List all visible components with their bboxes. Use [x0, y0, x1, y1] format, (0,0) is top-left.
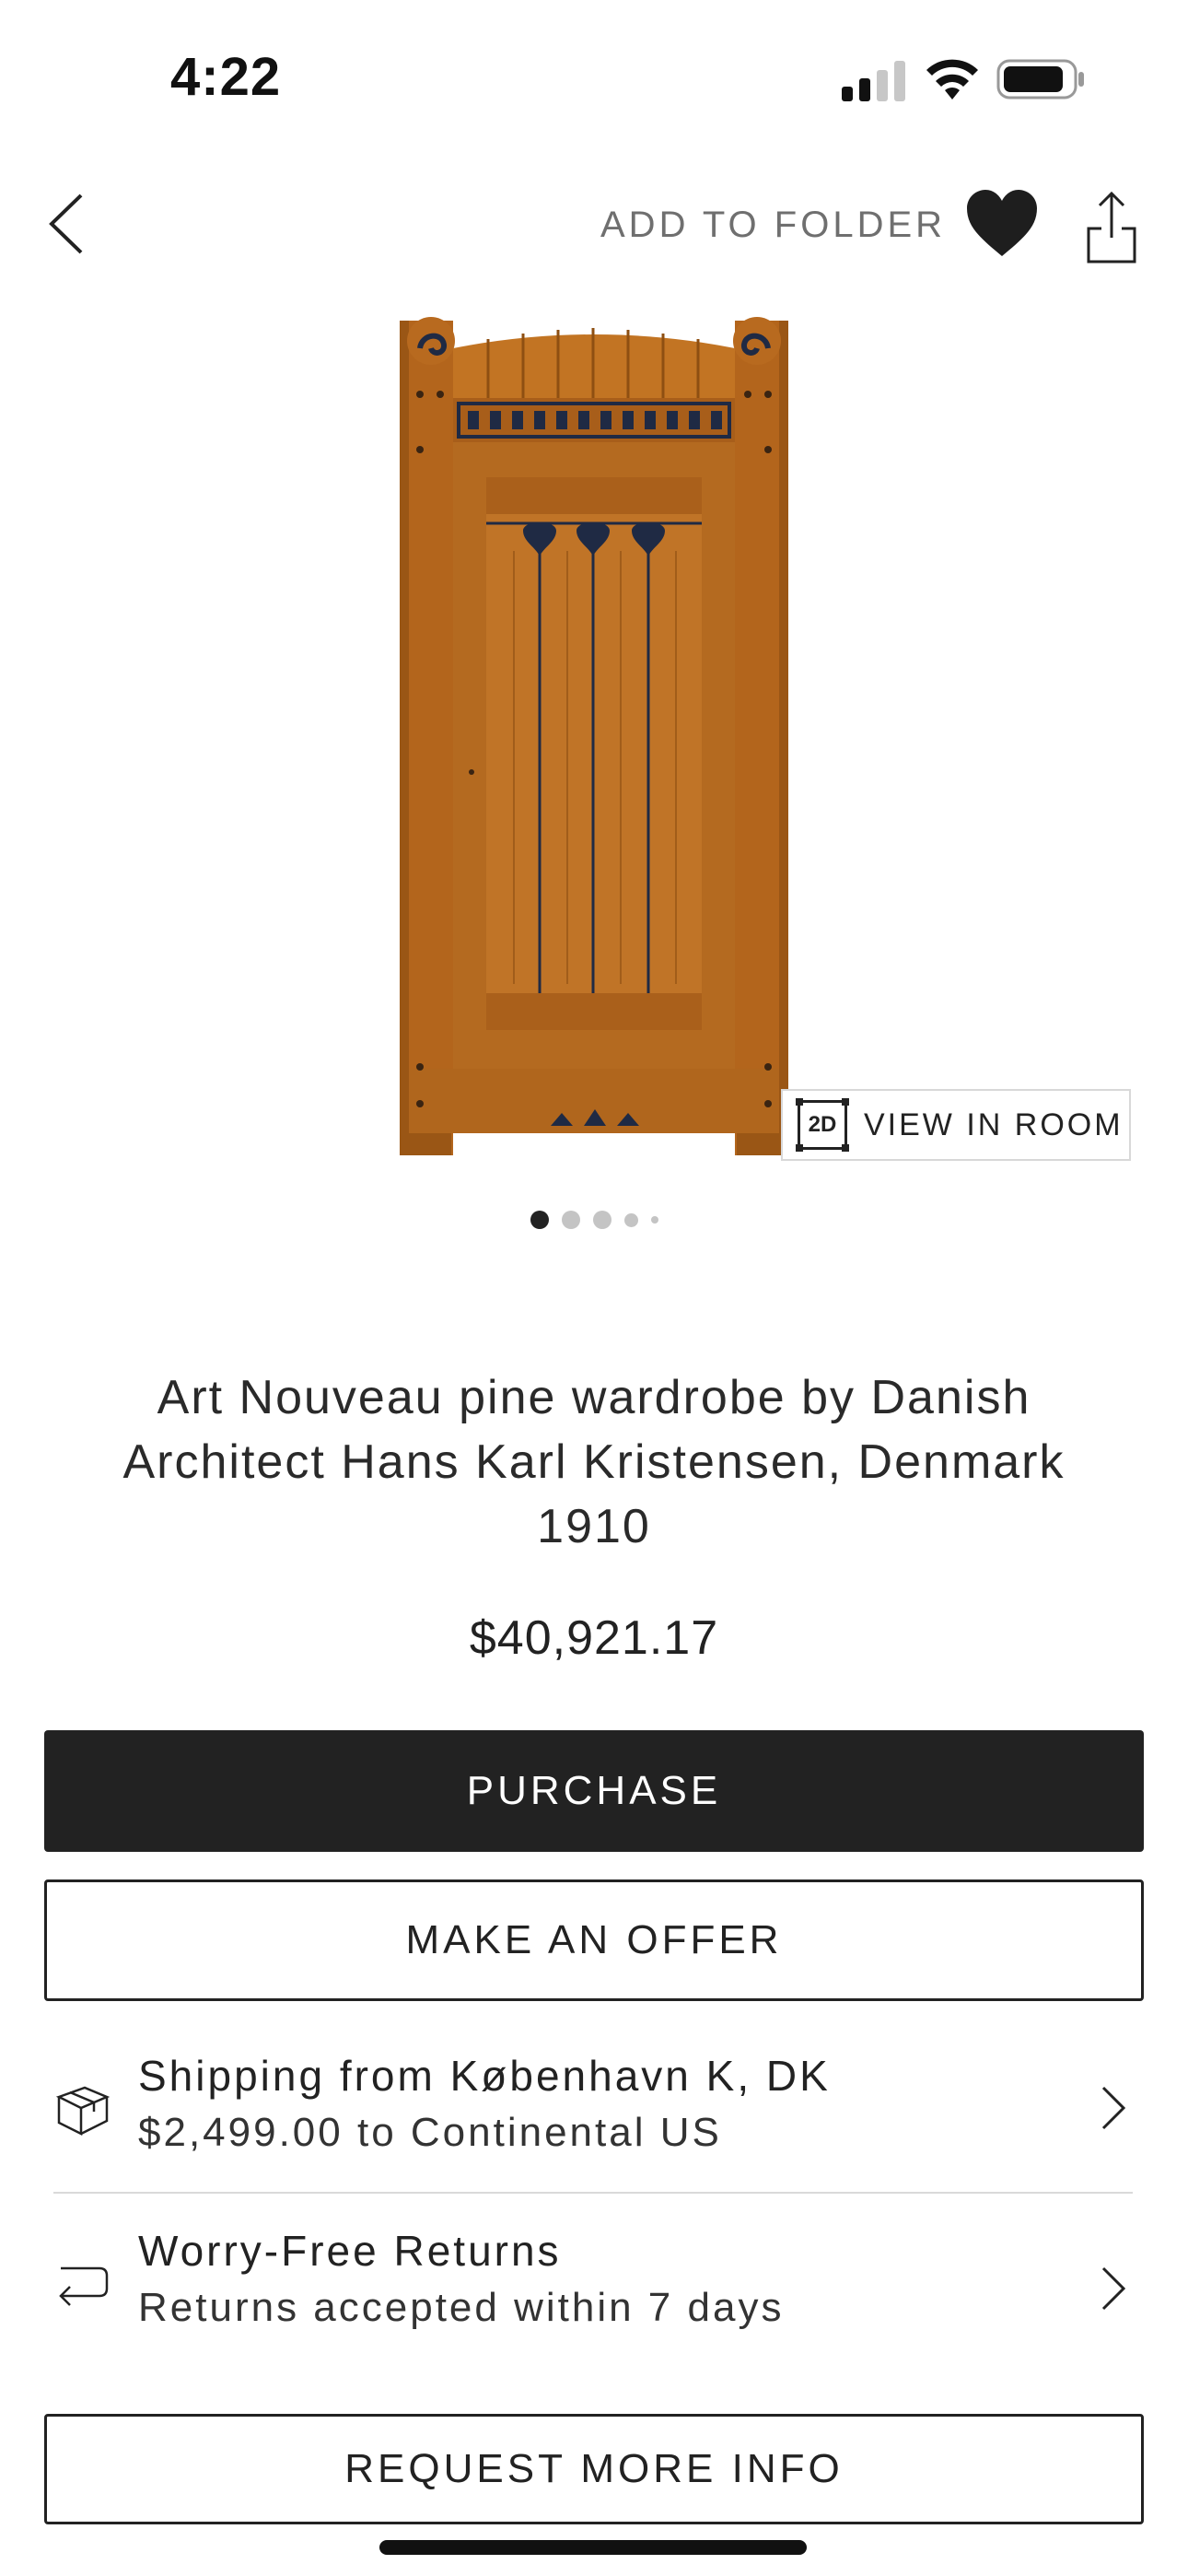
return-arrow-icon: [59, 2266, 109, 2306]
shipping-cost: $2,499.00 to Continental US: [138, 2110, 722, 2155]
shipping-origin: Shipping from København K, DK: [138, 2052, 831, 2100]
wifi-icon: [926, 59, 978, 100]
make-offer-button[interactable]: MAKE AN OFFER: [44, 1879, 1144, 2001]
chevron-right-icon: [1101, 2086, 1126, 2130]
carousel-dot-3[interactable]: [592, 1211, 611, 1229]
carousel-dot-4[interactable]: [623, 1212, 638, 1227]
product-price: $40,921.17: [469, 1611, 719, 1665]
carousel-dot-5[interactable]: [650, 1216, 658, 1224]
request-more-info-button[interactable]: REQUEST MORE INFO: [44, 2414, 1144, 2524]
purchase-button[interactable]: PURCHASE: [44, 1730, 1144, 1852]
divider: [53, 2192, 1133, 2194]
view-in-room-label: VIEW IN ROOM: [864, 1107, 1124, 1142]
chevron-right-icon: [1101, 2266, 1126, 2311]
battery-icon: [996, 59, 1084, 100]
carousel-dot-2[interactable]: [561, 1211, 580, 1229]
returns-row[interactable]: Worry-Free Returns Returns accepted with…: [44, 2207, 1144, 2364]
carousel-dot-1[interactable]: [530, 1211, 549, 1229]
share-icon[interactable]: [1085, 192, 1138, 263]
product-image[interactable]: [394, 311, 794, 1155]
view-in-room-button[interactable]: 2D VIEW IN ROOM: [781, 1089, 1131, 1161]
2d-icon: 2D: [796, 1098, 847, 1152]
home-indicator[interactable]: [379, 2540, 807, 2555]
box-icon: [55, 2086, 111, 2137]
product-title: Art Nouveau pine wardrobe by Danish Arch…: [122, 1371, 1066, 1553]
shipping-row[interactable]: Shipping from København K, DK $2,499.00 …: [44, 2036, 1144, 2193]
returns-title: Worry-Free Returns: [138, 2227, 562, 2275]
chevron-left-icon[interactable]: [46, 192, 87, 256]
heart-icon[interactable]: [965, 188, 1039, 258]
signal-icon: [842, 61, 905, 101]
carousel-dots: [0, 1209, 1188, 1231]
status-time: 4:22: [170, 47, 282, 107]
returns-policy: Returns accepted within 7 days: [138, 2285, 785, 2330]
add-to-folder-button[interactable]: ADD TO FOLDER: [600, 205, 946, 246]
